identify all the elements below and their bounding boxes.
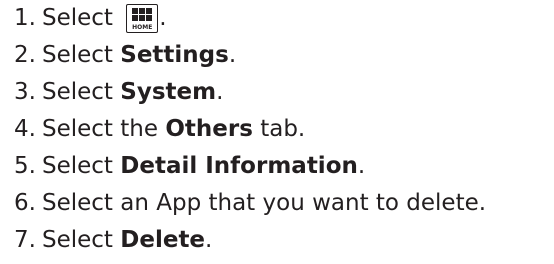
step-text: Select an App that you want to delete. <box>42 190 487 216</box>
step-text: Select the <box>42 116 166 142</box>
step-2: 2. Select Settings . <box>14 37 486 74</box>
step-keyword: System <box>120 79 217 105</box>
step-number: 4. <box>14 116 36 142</box>
step-3: 3. Select System . <box>14 74 486 111</box>
step-text-end: . <box>205 227 213 253</box>
step-keyword: Others <box>165 116 253 142</box>
step-text-end: tab. <box>252 116 306 142</box>
step-text: Select <box>42 5 121 31</box>
step-number: 7. <box>14 227 36 253</box>
step-number: 5. <box>14 153 36 179</box>
step-number: 1. <box>14 5 36 31</box>
step-text: Select <box>42 153 121 179</box>
step-text-end: . <box>216 79 224 105</box>
step-1: 1. Select HOME . <box>14 0 486 37</box>
step-text: Select <box>42 79 121 105</box>
step-text-end: . <box>159 5 167 31</box>
step-5: 5. Select Detail Information . <box>14 148 486 185</box>
step-text-end: . <box>357 153 366 179</box>
step-keyword: Delete <box>120 227 206 253</box>
step-number: 6. <box>14 190 36 216</box>
instruction-steps: 1. Select HOME . 2. Select Settings . 3.… <box>14 0 486 259</box>
step-7: 7. Select Delete . <box>14 222 486 259</box>
step-keyword: Settings <box>120 42 229 68</box>
step-number: 3. <box>14 79 36 105</box>
step-keyword: Detail Information <box>120 153 358 179</box>
step-6: 6. Select an App that you want to delete… <box>14 185 486 222</box>
step-text: Select <box>42 227 121 253</box>
step-number: 2. <box>14 42 36 68</box>
step-4: 4. Select the Others tab. <box>14 111 486 148</box>
home-icon: HOME <box>126 4 159 33</box>
step-text: Select <box>42 42 121 68</box>
home-icon-label: HOME <box>132 24 153 31</box>
step-text-end: . <box>228 42 237 68</box>
